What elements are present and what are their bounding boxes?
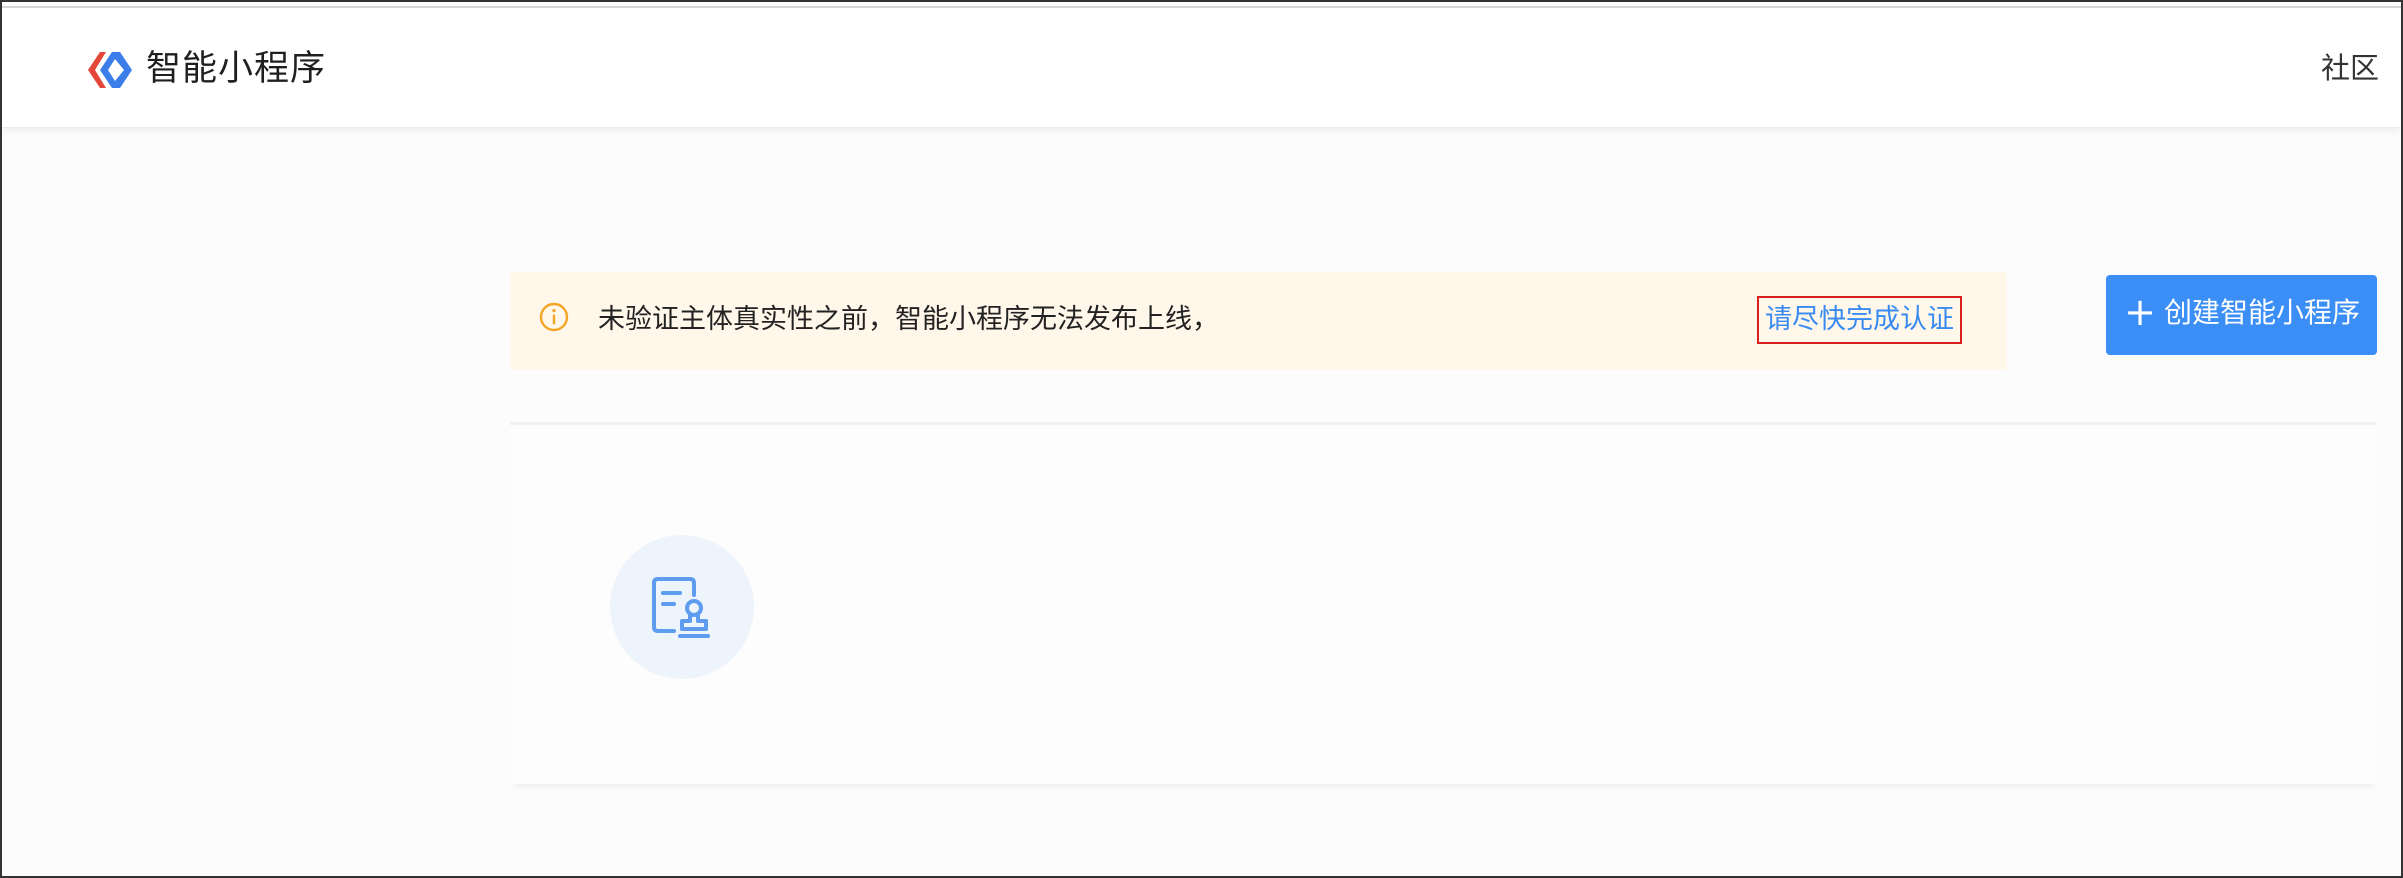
- certificate-stamp-icon: [652, 577, 710, 638]
- verification-alert: 未验证主体真实性之前，智能小程序无法发布上线， 请尽快完成认证: [510, 272, 2007, 370]
- create-mini-program-button[interactable]: + 创建智能小程序: [2106, 275, 2377, 355]
- certificate-icon-badge: [610, 535, 754, 679]
- brand-title[interactable]: 智能小程序: [146, 46, 326, 92]
- complete-verification-link[interactable]: 请尽快完成认证: [1757, 296, 1962, 344]
- community-link[interactable]: 社区: [2321, 48, 2379, 88]
- content-card: [510, 422, 2377, 784]
- info-circle-icon: [539, 302, 569, 332]
- header-divider: [2, 6, 2401, 8]
- page-frame: 智能小程序 社区 未验证主体真实性之前，智能小程序无法发布上线， 请尽快完成认证…: [0, 0, 2403, 878]
- top-header: 智能小程序 社区: [2, 2, 2401, 128]
- create-button-label: 创建智能小程序: [2164, 296, 2361, 329]
- plus-icon: +: [2124, 290, 2156, 334]
- alert-message: 未验证主体真实性之前，智能小程序无法发布上线，: [598, 304, 1219, 335]
- logo-icon[interactable]: [82, 48, 134, 92]
